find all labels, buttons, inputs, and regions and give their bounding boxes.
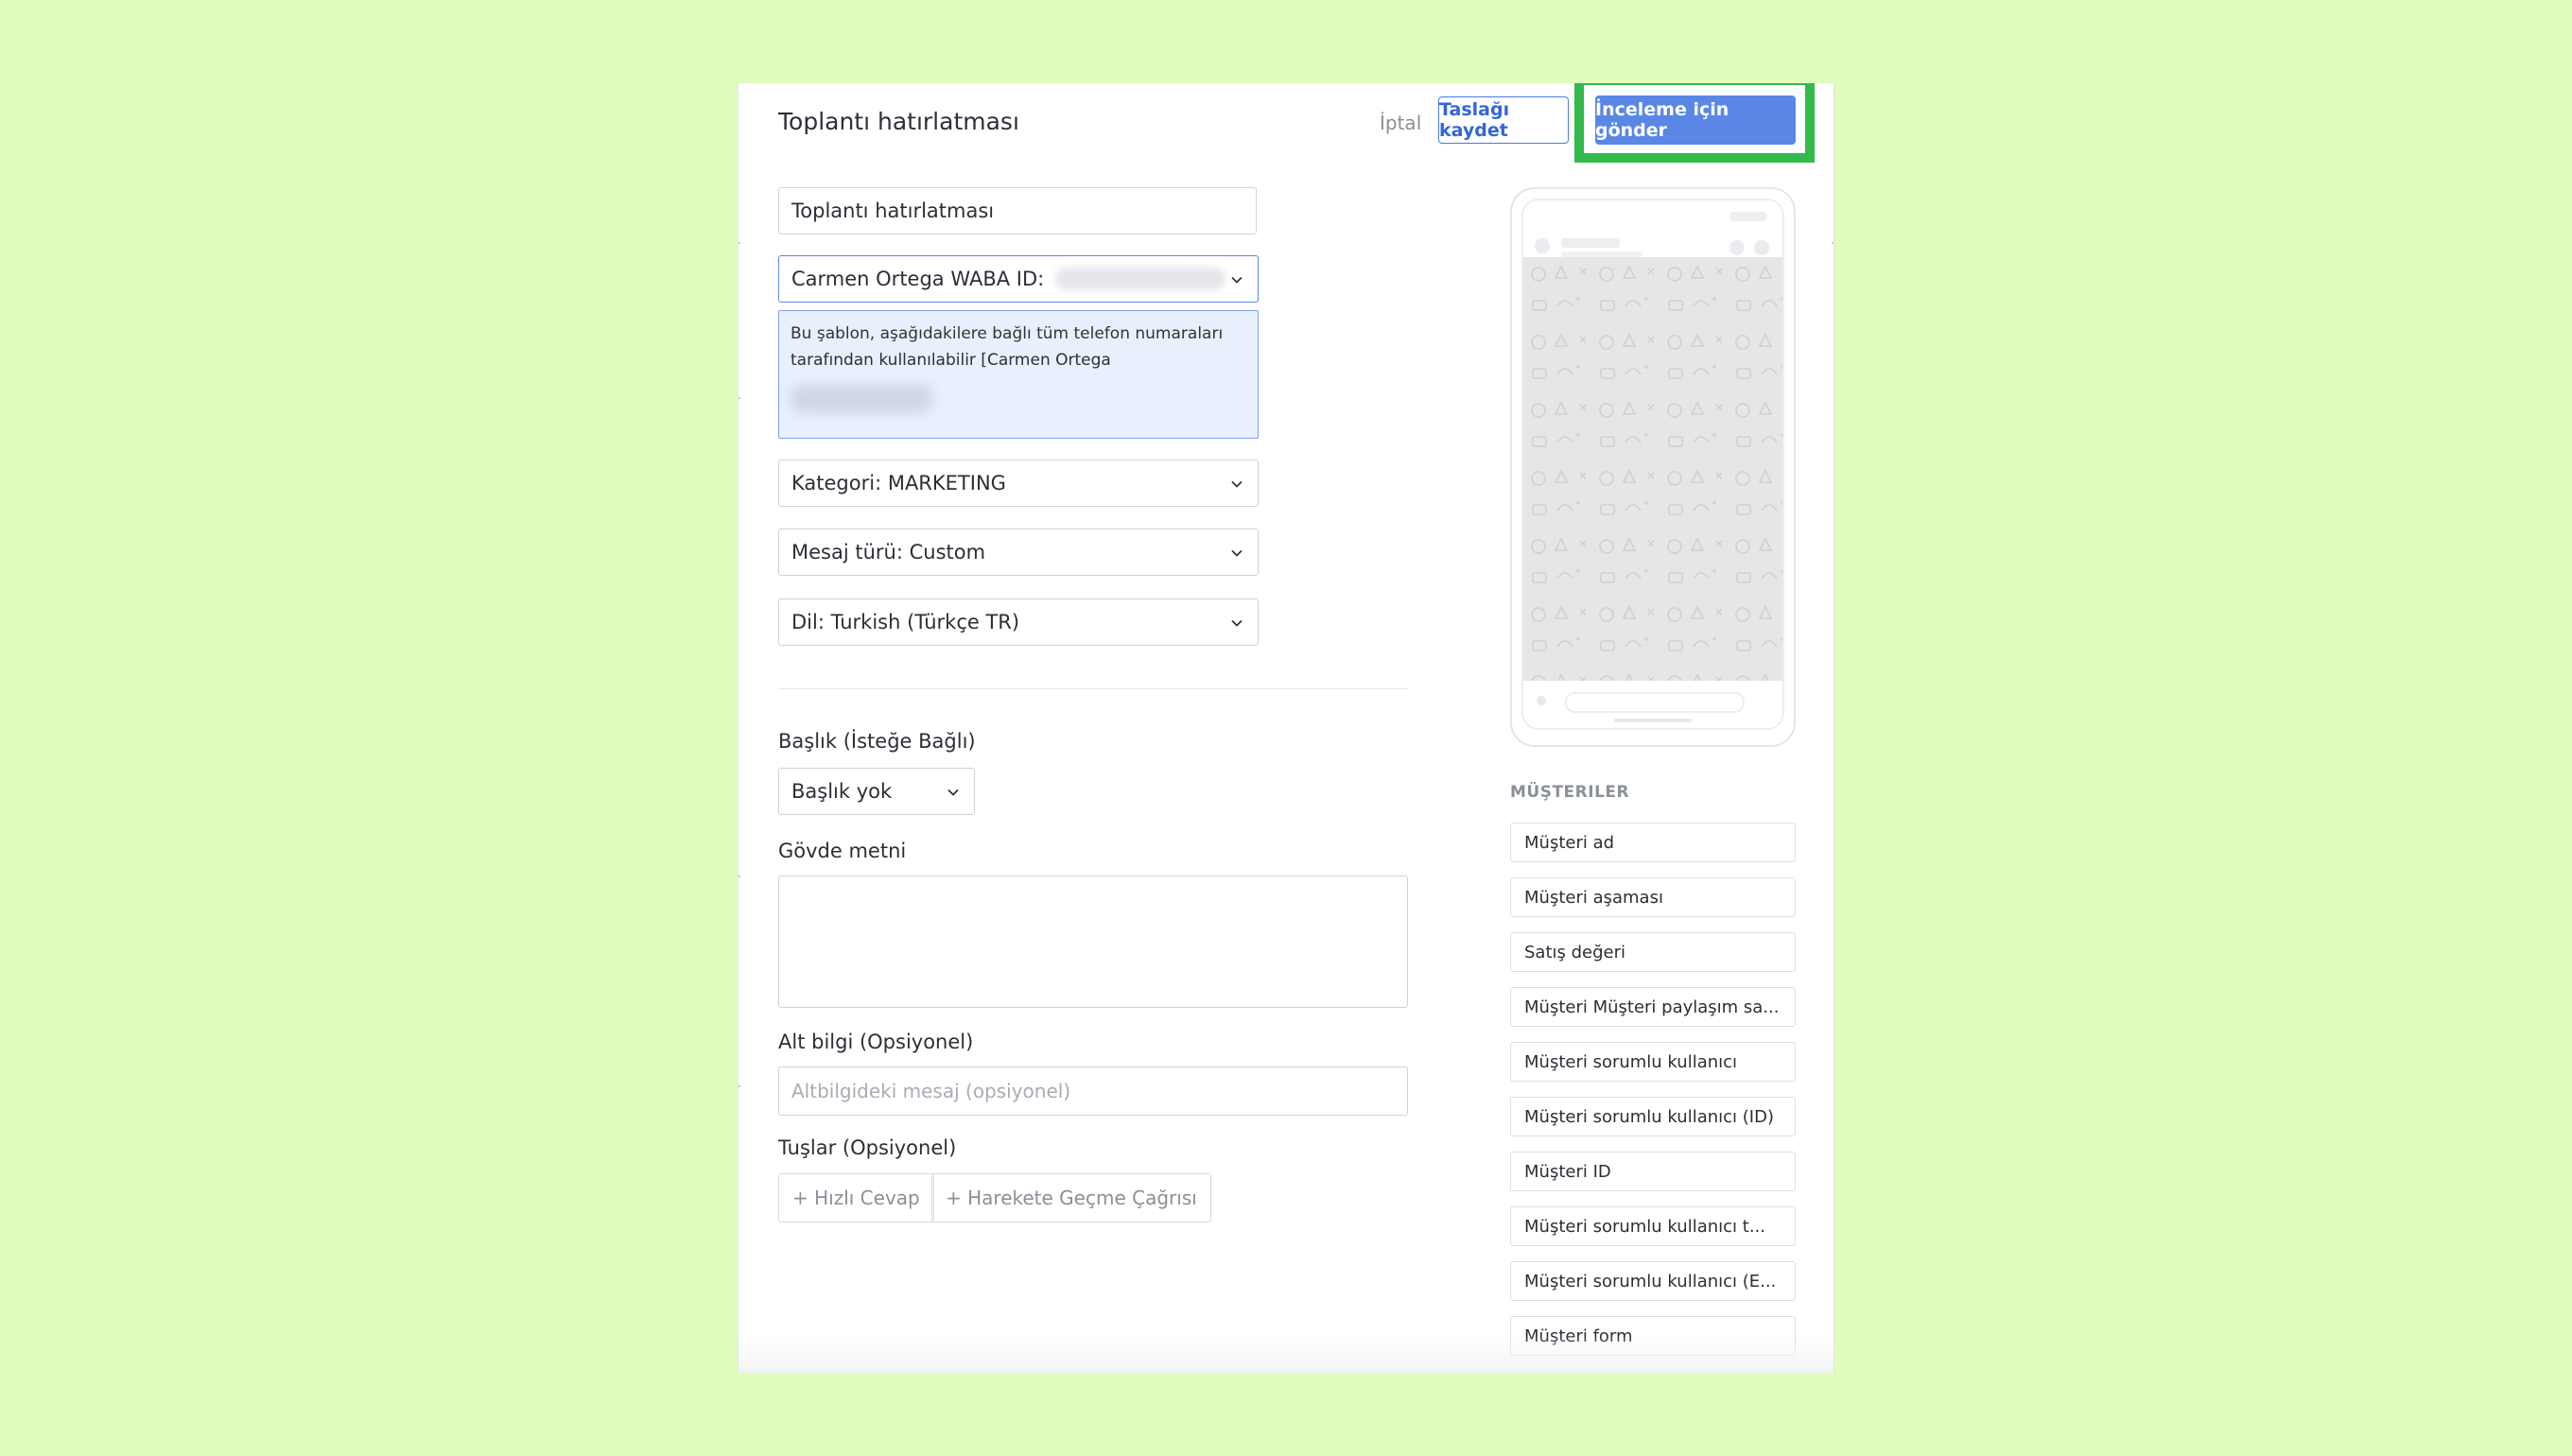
- home-indicator: [1614, 719, 1692, 722]
- body-text-label: Gövde metni: [778, 840, 907, 862]
- variable-list: Müşteri ad Müşteri aşaması Satış değeri …: [1510, 823, 1796, 1371]
- template-name-input[interactable]: Toplantı hatırlatması: [778, 187, 1257, 234]
- variable-item[interactable]: Müşteri aşaması: [1510, 877, 1796, 917]
- cancel-button[interactable]: İptal: [1380, 112, 1421, 134]
- waba-select[interactable]: Carmen Ortega WABA ID:: [778, 255, 1259, 303]
- edge-marker: [739, 397, 740, 399]
- page-title: Toplantı hatırlatması: [778, 108, 1019, 135]
- edge-marker: [1832, 242, 1833, 244]
- emoji-icon: [1537, 696, 1546, 705]
- compose-input-placeholder: [1565, 692, 1745, 713]
- body-text-input[interactable]: [778, 875, 1408, 1008]
- variable-item[interactable]: Müşteri sorumlu kullanıcı t...: [1510, 1206, 1796, 1246]
- chat-wallpaper: [1523, 257, 1782, 681]
- variable-item[interactable]: Müşteri form: [1510, 1316, 1796, 1356]
- edge-marker: [739, 242, 740, 244]
- redacted-waba-id: [1055, 268, 1226, 290]
- variable-item[interactable]: Müşteri sorumlu kullanıcı (E...: [1510, 1261, 1796, 1301]
- phone-call-icon: [1754, 240, 1769, 255]
- waba-info-box: Bu şablon, aşağıdakilere bağlı tüm telef…: [778, 310, 1259, 439]
- chevron-down-icon: [947, 789, 959, 796]
- phone-status-bar: [1729, 212, 1767, 221]
- video-call-icon: [1729, 240, 1745, 255]
- template-name-value: Toplantı hatırlatması: [791, 199, 995, 222]
- redacted-phone-numbers: [791, 385, 932, 413]
- language-select-label: Dil: Turkish (Türkçe TR): [791, 611, 1020, 633]
- message-type-select-label: Mesaj türü: Custom: [791, 541, 986, 563]
- submit-for-review-button[interactable]: İnceleme için gönder: [1595, 95, 1796, 145]
- phone-screen: [1521, 199, 1784, 730]
- variables-section-title: MÜŞTERILER: [1510, 783, 1630, 802]
- phone-compose-bar: [1523, 681, 1782, 728]
- info-line-2: tarafından kullanılabilir [Carmen Ortega: [791, 351, 1111, 370]
- chevron-down-icon: [1231, 619, 1243, 627]
- chevron-down-icon: [1231, 549, 1243, 557]
- avatar-placeholder: [1535, 238, 1550, 253]
- category-select[interactable]: Kategori: MARKETING: [778, 459, 1259, 507]
- doodle-pattern-icon: [1523, 257, 1782, 681]
- chevron-down-icon: [1231, 480, 1243, 488]
- edge-marker: [739, 1085, 740, 1087]
- template-editor-panel: Toplantı hatırlatması İptal Taslağı kayd…: [738, 83, 1834, 1373]
- variable-item[interactable]: Müşteri sorumlu kullanıcı (ID): [1510, 1097, 1796, 1136]
- category-select-label: Kategori: MARKETING: [791, 472, 1006, 494]
- add-call-to-action-button[interactable]: + Harekete Geçme Çağrısı: [931, 1173, 1211, 1222]
- variable-item[interactable]: Müşteri Müşteri paylaşım sa...: [1510, 987, 1796, 1027]
- footer-label: Alt bilgi (Opsiyonel): [778, 1031, 974, 1053]
- buttons-label: Tuşlar (Opsiyonel): [778, 1136, 957, 1159]
- chevron-down-icon: [1231, 276, 1243, 284]
- footer-input[interactable]: [778, 1066, 1408, 1116]
- contact-name-placeholder: [1561, 238, 1620, 248]
- save-draft-button[interactable]: Taslağı kaydet: [1438, 96, 1569, 144]
- section-divider: [778, 688, 1408, 689]
- variable-item[interactable]: Satış değeri: [1510, 932, 1796, 972]
- header-type-select-value: Başlık yok: [791, 780, 893, 803]
- variable-item[interactable]: Müşteri ID: [1510, 1152, 1796, 1191]
- phone-preview: [1510, 187, 1796, 747]
- message-type-select[interactable]: Mesaj türü: Custom: [778, 529, 1259, 576]
- phone-chat-header: [1523, 200, 1782, 257]
- header-type-select[interactable]: Başlık yok: [778, 768, 975, 815]
- edge-marker: [739, 875, 740, 877]
- language-select[interactable]: Dil: Turkish (Türkçe TR): [778, 598, 1259, 646]
- header-section-label: Başlık (İsteğe Bağlı): [778, 730, 976, 753]
- info-line-1: Bu şablon, aşağıdakilere bağlı tüm telef…: [791, 324, 1224, 343]
- add-quick-reply-button[interactable]: + Hızlı Cevap: [778, 1173, 934, 1222]
- waba-select-label: Carmen Ortega WABA ID:: [791, 268, 1045, 290]
- variable-item[interactable]: Müşteri sorumlu kullanıcı: [1510, 1042, 1796, 1082]
- variable-item[interactable]: Müşteri ad: [1510, 823, 1796, 862]
